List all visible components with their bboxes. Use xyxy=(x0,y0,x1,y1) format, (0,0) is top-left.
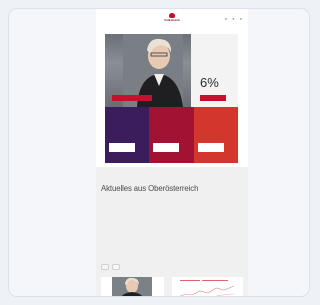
tile-button[interactable] xyxy=(153,143,180,152)
news-tab-2[interactable] xyxy=(112,264,120,270)
news-cards xyxy=(101,277,243,296)
news-section: Aktuelles aus Oberösterreich xyxy=(96,167,248,296)
news-card[interactable] xyxy=(101,277,164,296)
rate-value: 6% xyxy=(200,75,219,90)
hero-section: 6% xyxy=(105,34,238,107)
tile-button[interactable] xyxy=(109,143,135,152)
bank-logo[interactable]: Volksbank xyxy=(154,13,190,25)
logo-text: Volksbank xyxy=(164,18,180,22)
news-card[interactable] xyxy=(172,277,243,296)
site-header: Volksbank ● ● ● xyxy=(96,9,248,33)
news-title: Aktuelles aus Oberösterreich xyxy=(101,184,199,193)
news-card-image xyxy=(101,277,164,296)
tile-3 xyxy=(193,107,238,163)
tile-2 xyxy=(149,107,194,163)
news-card-chart-image xyxy=(172,277,243,296)
rate-cta-button[interactable] xyxy=(200,95,226,101)
website-preview: Volksbank ● ● ● 6% Aktuelles aus Oberöst… xyxy=(96,9,248,296)
news-tabs xyxy=(101,264,120,270)
hero-cta-button[interactable] xyxy=(112,95,152,101)
hero-photo xyxy=(105,34,191,107)
news-tab-1[interactable] xyxy=(101,264,109,270)
header-icons: ● ● ● xyxy=(225,17,242,21)
search-icon[interactable]: ● xyxy=(225,17,227,21)
rate-panel: 6% xyxy=(191,34,238,107)
preview-card: Volksbank ● ● ● 6% Aktuelles aus Oberöst… xyxy=(8,8,310,297)
tile-button[interactable] xyxy=(197,143,224,152)
menu-icon[interactable]: ● xyxy=(240,17,242,21)
tile-1 xyxy=(105,107,150,163)
user-icon[interactable]: ● xyxy=(232,17,234,21)
feature-tiles xyxy=(105,107,238,163)
